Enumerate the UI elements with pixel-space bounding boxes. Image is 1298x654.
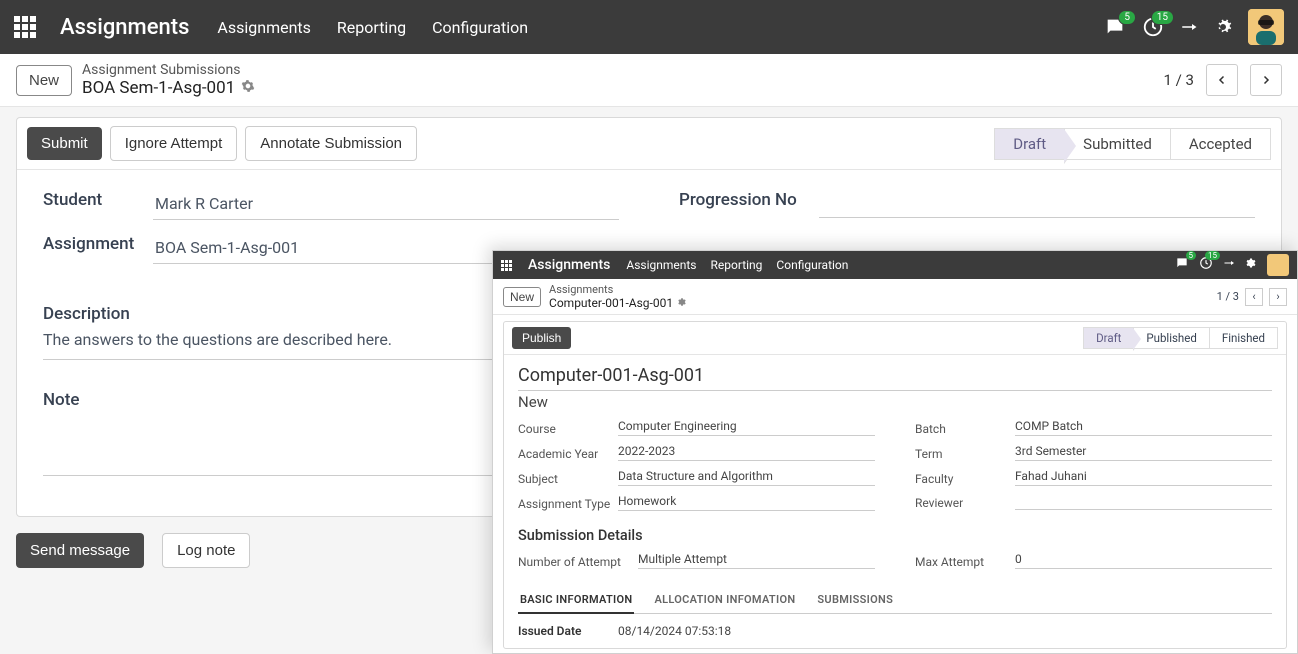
inner-messages-icon[interactable]: 5 — [1175, 256, 1189, 274]
progression-field[interactable] — [819, 190, 1255, 218]
inner-stage-published[interactable]: Published — [1134, 327, 1210, 349]
stage-indicator: Draft Submitted Accepted — [994, 128, 1271, 160]
assignment-label: Assignment — [43, 234, 153, 264]
inner-tab-submissions[interactable]: SUBMISSIONS — [815, 587, 895, 613]
nav-reporting[interactable]: Reporting — [337, 18, 406, 37]
inner-course-label: Course — [518, 422, 618, 436]
progression-label: Progression No — [679, 190, 819, 218]
inner-issued-label: Issued Date — [518, 624, 618, 638]
inner-debug-icon[interactable] — [1223, 257, 1235, 273]
user-avatar[interactable] — [1248, 9, 1284, 45]
inner-max-attempt-field[interactable]: 0 — [1015, 552, 1272, 569]
inner-publish-button[interactable]: Publish — [512, 327, 571, 349]
inner-topbar: Assignments Assignments Reporting Config… — [493, 251, 1297, 279]
inner-breadcrumb-current: Computer-001-Asg-001 — [549, 296, 673, 310]
inner-year-field[interactable]: 2022-2023 — [618, 444, 875, 461]
inner-pager-next[interactable]: › — [1269, 288, 1287, 306]
inner-record-subtitle: New — [518, 393, 1272, 411]
nav-configuration[interactable]: Configuration — [432, 18, 528, 37]
breadcrumb-current: BOA Sem-1-Asg-001 — [82, 78, 255, 98]
inner-tab-allocation[interactable]: ALLOCATION INFOMATION — [652, 587, 797, 613]
inner-atype-field[interactable]: Homework — [618, 494, 875, 511]
inner-submission-section: Submission Details — [518, 527, 1272, 544]
settings-icon[interactable] — [1214, 18, 1232, 36]
pager-prev[interactable] — [1206, 64, 1238, 96]
inner-app-brand[interactable]: Assignments — [528, 257, 610, 273]
pager-text: 1 / 3 — [1164, 71, 1195, 89]
submit-button[interactable]: Submit — [27, 127, 102, 160]
inner-term-label: Term — [915, 447, 1015, 461]
subheader: New Assignment Submissions BOA Sem-1-Asg… — [0, 54, 1298, 107]
inner-subject-label: Subject — [518, 472, 618, 486]
pager: 1 / 3 — [1164, 64, 1283, 96]
inner-stage-finished[interactable]: Finished — [1210, 327, 1278, 349]
annotate-submission-button[interactable]: Annotate Submission — [245, 126, 417, 161]
inner-term-field[interactable]: 3rd Semester — [1015, 444, 1272, 461]
inner-batch-label: Batch — [915, 422, 1015, 436]
inner-num-attempt-label: Number of Attempt — [518, 555, 638, 569]
student-label: Student — [43, 190, 153, 220]
log-note-button[interactable]: Log note — [162, 533, 250, 568]
inner-max-attempt-label: Max Attempt — [915, 555, 1015, 569]
inner-messages-badge: 5 — [1186, 251, 1197, 260]
pager-next[interactable] — [1250, 64, 1282, 96]
inner-nav-configuration[interactable]: Configuration — [776, 258, 848, 272]
topbar: Assignments Assignments Reporting Config… — [0, 0, 1298, 54]
debug-icon[interactable] — [1180, 18, 1198, 36]
stage-submitted[interactable]: Submitted — [1065, 128, 1171, 160]
nav-assignments[interactable]: Assignments — [217, 18, 311, 37]
inner-record-title[interactable]: Computer-001-Asg-001 — [518, 365, 1272, 391]
messages-icon[interactable]: 5 — [1104, 16, 1126, 38]
status-bar: Submit Ignore Attempt Annotate Submissio… — [17, 118, 1281, 170]
inner-subject-field[interactable]: Data Structure and Algorithm — [618, 469, 875, 486]
inner-stage-draft[interactable]: Draft — [1083, 327, 1134, 349]
messages-badge: 5 — [1118, 10, 1136, 25]
stage-accepted[interactable]: Accepted — [1171, 128, 1271, 160]
inner-gear-icon[interactable] — [677, 296, 687, 310]
inner-breadcrumb-parent[interactable]: Assignments — [549, 283, 687, 296]
inner-nav-reporting[interactable]: Reporting — [711, 258, 763, 272]
inner-reviewer-field[interactable] — [1015, 494, 1272, 510]
stage-draft[interactable]: Draft — [994, 128, 1065, 160]
inner-atype-label: Assignment Type — [518, 497, 618, 511]
student-field[interactable]: Mark R Carter — [153, 190, 619, 220]
inner-new-button[interactable]: New — [503, 287, 541, 307]
inner-pager-prev[interactable]: ‹ — [1245, 288, 1263, 306]
inner-num-attempt-field[interactable]: Multiple Attempt — [638, 552, 875, 569]
inner-subheader: New Assignments Computer-001-Asg-001 1 /… — [493, 279, 1297, 315]
gear-icon[interactable] — [241, 78, 255, 98]
inner-tab-basic[interactable]: BASIC INFORMATION — [518, 587, 634, 614]
inner-window-overlay: Assignments Assignments Reporting Config… — [492, 250, 1298, 654]
apps-icon[interactable] — [14, 16, 36, 38]
inner-pager-text: 1 / 3 — [1217, 290, 1239, 303]
inner-batch-field[interactable]: COMP Batch — [1015, 419, 1272, 436]
inner-issued-value[interactable]: 08/14/2024 07:53:18 — [618, 624, 731, 638]
inner-settings-icon[interactable] — [1245, 257, 1257, 273]
activities-badge: 15 — [1151, 10, 1174, 25]
inner-course-field[interactable]: Computer Engineering — [618, 419, 875, 436]
inner-activities-icon[interactable]: 15 — [1199, 256, 1213, 274]
inner-nav-assignments[interactable]: Assignments — [626, 258, 696, 272]
breadcrumb-parent[interactable]: Assignment Submissions — [82, 62, 255, 78]
new-button[interactable]: New — [16, 65, 72, 96]
send-message-button[interactable]: Send message — [16, 533, 144, 568]
inner-apps-icon[interactable] — [501, 260, 512, 271]
inner-faculty-field[interactable]: Fahad Juhani — [1015, 469, 1272, 486]
inner-user-avatar[interactable] — [1267, 254, 1289, 276]
ignore-attempt-button[interactable]: Ignore Attempt — [110, 126, 238, 161]
inner-tabs: BASIC INFORMATION ALLOCATION INFOMATION … — [518, 587, 1272, 614]
inner-faculty-label: Faculty — [915, 472, 1015, 486]
inner-activities-badge: 15 — [1205, 251, 1220, 260]
breadcrumb-current-text: BOA Sem-1-Asg-001 — [82, 78, 235, 98]
app-brand[interactable]: Assignments — [60, 15, 189, 40]
inner-year-label: Academic Year — [518, 447, 618, 461]
inner-reviewer-label: Reviewer — [915, 496, 1015, 510]
activities-icon[interactable]: 15 — [1142, 16, 1164, 38]
